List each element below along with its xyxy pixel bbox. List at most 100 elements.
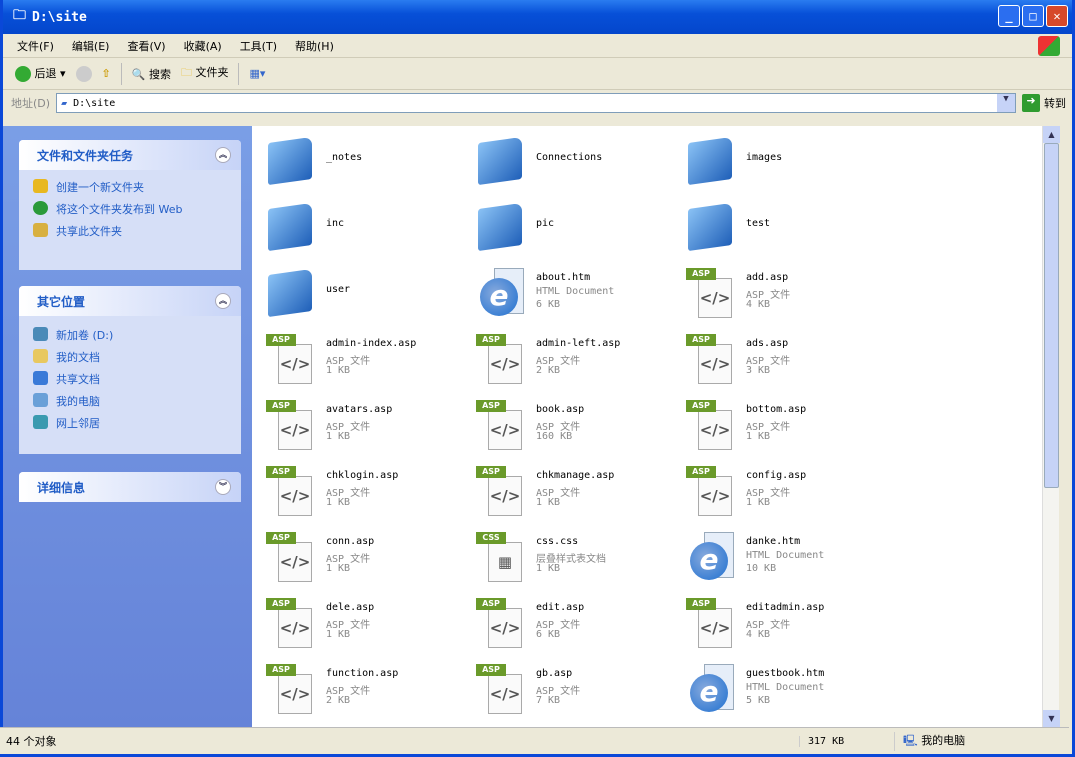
file-icon: </> ASP [264, 332, 316, 384]
close-button[interactable]: ✕ [1046, 5, 1068, 27]
scroll-thumb[interactable] [1044, 143, 1059, 488]
file-item[interactable]: </> ASP chkmanage.asp ASP 文件 1 KB [468, 460, 673, 520]
file-item[interactable]: </> ASP ads.asp ASP 文件 3 KB [678, 328, 883, 388]
minimize-button[interactable]: _ [998, 5, 1020, 27]
file-size: 1 KB [746, 497, 771, 508]
forward-button[interactable] [75, 65, 92, 82]
file-name: test [746, 218, 771, 229]
window-title: D:\site [32, 9, 87, 25]
place-shared-documents[interactable]: 共享文档 [19, 368, 241, 390]
folders-button[interactable]: 🗀 文件夹 [181, 64, 229, 83]
menu-view[interactable]: 查看(V) [127, 38, 165, 54]
file-item[interactable]: pic [468, 196, 673, 256]
back-button[interactable]: 后退 ▾ [15, 65, 66, 82]
file-size: 10 KB [746, 563, 777, 574]
place-drive-d[interactable]: 新加卷 (D:) [19, 324, 241, 346]
menu-tools[interactable]: 工具(T) [240, 38, 277, 54]
file-size: 2 KB [326, 695, 351, 706]
file-item[interactable]: </> ASP conn.asp ASP 文件 1 KB [258, 526, 463, 586]
task-new-folder[interactable]: 创建一个新文件夹 [19, 176, 241, 198]
file-size: 5 KB [746, 695, 771, 706]
file-item[interactable]: test [678, 196, 883, 256]
file-item[interactable]: user [258, 262, 463, 322]
file-item[interactable]: Connections [468, 130, 673, 190]
place-my-computer[interactable]: 我的电脑 [19, 390, 241, 412]
collapse-icon[interactable]: ︽ [215, 293, 231, 309]
expand-icon[interactable]: ︾ [215, 479, 231, 495]
file-icon: </> ASP [684, 398, 736, 450]
file-size: 1 KB [326, 497, 351, 508]
file-size: 6 KB [536, 629, 561, 640]
file-item[interactable]: images [678, 130, 883, 190]
menu-file[interactable]: 文件(F) [17, 38, 54, 54]
panel-header[interactable]: 详细信息 ︾ [19, 472, 241, 502]
panel-header[interactable]: 其它位置 ︽ [19, 286, 241, 316]
asp-badge: ASP [686, 334, 716, 346]
asp-file-icon: </> [698, 344, 732, 384]
file-size: 3 KB [746, 365, 771, 376]
file-item[interactable]: </> ASP book.asp ASP 文件 160 KB [468, 394, 673, 454]
file-icon [684, 200, 736, 252]
views-button[interactable]: ▦▾ [249, 67, 265, 80]
file-item[interactable]: </> ASP admin-index.asp ASP 文件 1 KB [258, 328, 463, 388]
search-button[interactable]: 🔍 搜索 [132, 66, 171, 82]
file-size: 4 KB [746, 629, 771, 640]
file-item[interactable]: </> ASP gb.asp ASP 文件 7 KB [468, 658, 673, 718]
file-item[interactable]: _notes [258, 130, 463, 190]
address-input[interactable]: ▰ D:\site ▼ [56, 93, 1016, 113]
computer-icon [33, 393, 48, 407]
file-icon [264, 134, 316, 186]
file-item[interactable]: </> ASP function.asp ASP 文件 2 KB [258, 658, 463, 718]
file-item[interactable]: </> ASP edit.asp ASP 文件 6 KB [468, 592, 673, 652]
asp-badge: ASP [266, 532, 296, 544]
maximize-button[interactable]: □ [1022, 5, 1044, 27]
file-item[interactable]: </> ASP admin-left.asp ASP 文件 2 KB [468, 328, 673, 388]
file-item[interactable]: </> ASP bottom.asp ASP 文件 1 KB [678, 394, 883, 454]
file-item[interactable]: e danke.htm HTML Document 10 KB [678, 526, 883, 586]
file-item[interactable]: </> ASP config.asp ASP 文件 1 KB [678, 460, 883, 520]
file-view: _notes Connections images inc pic test user e ab… [252, 126, 1042, 727]
file-icon: ▦ CSS [474, 530, 526, 582]
collapse-icon[interactable]: ︽ [215, 147, 231, 163]
file-item[interactable]: ▦ CSS css.css 层叠样式表文档 1 KB [468, 526, 673, 586]
menu-favorites[interactable]: 收藏(A) [184, 38, 222, 54]
menu-help[interactable]: 帮助(H) [295, 38, 334, 54]
task-pane: 文件和文件夹任务 ︽ 创建一个新文件夹 将这个文件夹发布到 Web 共享此文件夹 … [3, 126, 252, 727]
file-icon [474, 134, 526, 186]
file-name: config.asp [746, 470, 807, 481]
vertical-scrollbar[interactable]: ▲ ▼ [1042, 126, 1060, 727]
task-publish-web[interactable]: 将这个文件夹发布到 Web [19, 198, 241, 220]
file-icon: </> ASP [684, 596, 736, 648]
file-item[interactable]: </> ASP avatars.asp ASP 文件 1 KB [258, 394, 463, 454]
scroll-down-button[interactable]: ▼ [1043, 710, 1060, 727]
place-my-documents[interactable]: 我的文档 [19, 346, 241, 368]
folders-label: 文件夹 [195, 66, 229, 79]
asp-badge: ASP [686, 598, 716, 610]
file-item[interactable]: </> ASP chklogin.asp ASP 文件 1 KB [258, 460, 463, 520]
file-name: Connections [536, 152, 603, 163]
asp-file-icon: </> [698, 410, 732, 450]
file-item[interactable]: </> ASP add.asp ASP 文件 4 KB [678, 262, 883, 322]
chevron-down-icon[interactable]: ▼ [997, 94, 1015, 112]
menu-edit[interactable]: 编辑(E) [72, 38, 110, 54]
go-button[interactable]: ➜ 转到 [1022, 94, 1072, 112]
file-item[interactable]: e guestbook.htm HTML Document 5 KB [678, 658, 883, 718]
divider [238, 62, 240, 85]
file-item[interactable]: e about.htm HTML Document 6 KB [468, 262, 673, 322]
scroll-up-button[interactable]: ▲ [1043, 126, 1060, 143]
file-item[interactable]: </> ASP dele.asp ASP 文件 1 KB [258, 592, 463, 652]
file-item[interactable]: </> ASP editadmin.asp ASP 文件 4 KB [678, 592, 883, 652]
place-label: 我的文档 [56, 351, 100, 364]
panel-header[interactable]: 文件和文件夹任务 ︽ [19, 140, 241, 170]
css-badge: CSS [476, 532, 506, 544]
folder-icon [268, 136, 312, 186]
asp-file-icon: </> [278, 608, 312, 648]
place-network[interactable]: 网上邻居 [19, 412, 241, 434]
file-name: guestbook.htm [746, 668, 825, 679]
task-share-folder[interactable]: 共享此文件夹 [19, 220, 241, 242]
asp-badge: ASP [476, 664, 506, 676]
up-folder-icon[interactable]: ⇧ [102, 67, 111, 80]
network-icon [33, 415, 48, 429]
file-item[interactable]: inc [258, 196, 463, 256]
ie-icon: e [690, 674, 728, 712]
